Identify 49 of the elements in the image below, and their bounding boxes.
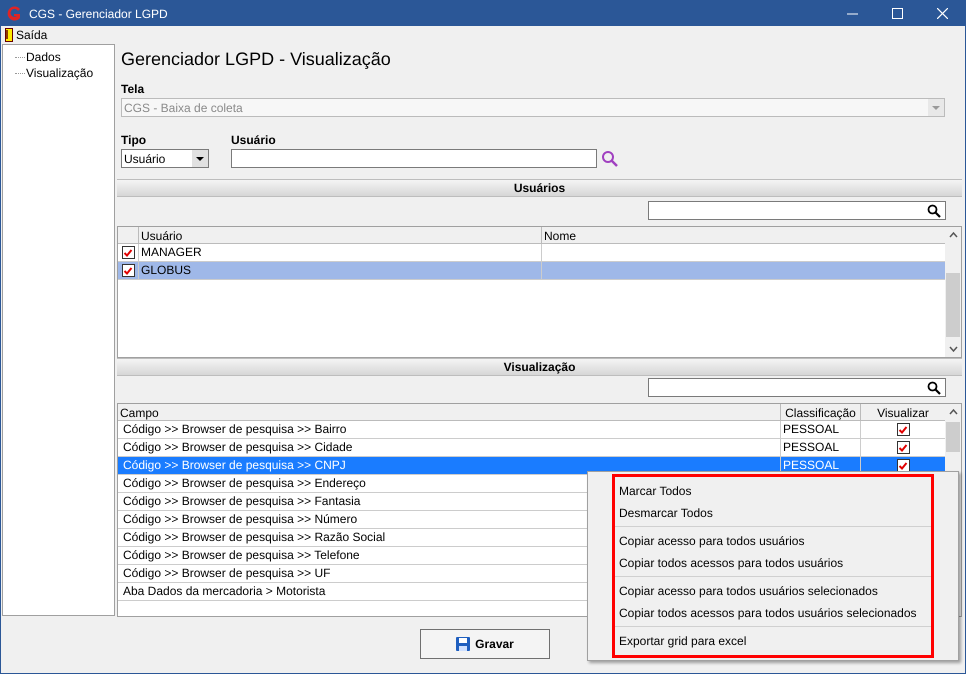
scrollbar[interactable] — [945, 227, 961, 357]
field-label: Usuário — [231, 132, 277, 149]
tree-item[interactable]: Dados — [26, 48, 61, 66]
search-icon[interactable] — [927, 204, 941, 218]
page-title: Gerenciador LGPD - Visualização — [121, 48, 392, 71]
column-header[interactable]: Usuário — [139, 227, 542, 243]
search-field[interactable] — [648, 201, 946, 220]
field-label: Tipo — [121, 132, 148, 149]
table-cell: PESSOAL — [783, 458, 840, 472]
field-row[interactable]: Código >> Browser de pesquisa >> Bairro PESSOAL — [118, 421, 945, 439]
tree-item[interactable]: Visualização — [26, 64, 94, 82]
user-row[interactable]: GLOBUS — [118, 262, 945, 280]
maximize-icon[interactable] — [892, 8, 903, 19]
menu-label: Saída — [16, 27, 48, 44]
menu-item[interactable]: Saída — [5, 26, 48, 44]
column-header[interactable]: Nome — [542, 227, 945, 243]
save-button[interactable]: Gravar — [420, 629, 550, 659]
field-label: Tela — [121, 81, 146, 98]
usuario-field[interactable] — [231, 149, 597, 168]
checkbox[interactable] — [122, 246, 134, 259]
section-header: Usuários — [117, 179, 962, 197]
exit-door-icon — [5, 28, 13, 42]
column-header[interactable]: Classificação — [781, 404, 861, 420]
window-title: CGS - Gerenciador LGPD — [29, 6, 168, 22]
field-row[interactable]: Código >> Browser de pesquisa >> CNPJ PESSOAL — [118, 457, 945, 475]
section-header: Visualização — [117, 358, 962, 376]
close-icon[interactable] — [937, 8, 948, 19]
checkbox[interactable] — [896, 441, 910, 454]
table-cell: MANAGER — [139, 244, 542, 261]
table-cell: GLOBUS — [139, 262, 542, 279]
column-header[interactable]: Campo — [118, 404, 781, 420]
context-menu-item[interactable]: Copiar todos acessos para todos usuários selecionados — [615, 602, 931, 624]
app-logo-icon — [5, 6, 23, 22]
table-cell: Código >> Browser de pesquisa >> Cidade — [118, 439, 781, 456]
user-row[interactable]: MANAGER — [118, 244, 945, 262]
checkbox[interactable] — [122, 264, 134, 277]
tipo-combo[interactable]: Usuário — [121, 149, 209, 168]
scrollbar-thumb[interactable] — [946, 273, 960, 337]
table-cell: Código >> Browser de pesquisa >> Bairro — [118, 421, 781, 438]
table-cell: PESSOAL — [783, 440, 840, 454]
column-header[interactable]: Visualizar — [861, 404, 945, 420]
checkbox[interactable] — [896, 423, 910, 436]
checkbox[interactable] — [896, 459, 910, 472]
field-row[interactable]: Código >> Browser de pesquisa >> Cidade PESSOAL — [118, 439, 945, 457]
scrollbar-thumb[interactable] — [946, 422, 960, 452]
search-field[interactable] — [648, 378, 946, 397]
table-cell: PESSOAL — [783, 422, 840, 436]
search-icon[interactable] — [927, 380, 941, 394]
context-menu-item[interactable]: Exportar grid para excel — [615, 630, 931, 652]
